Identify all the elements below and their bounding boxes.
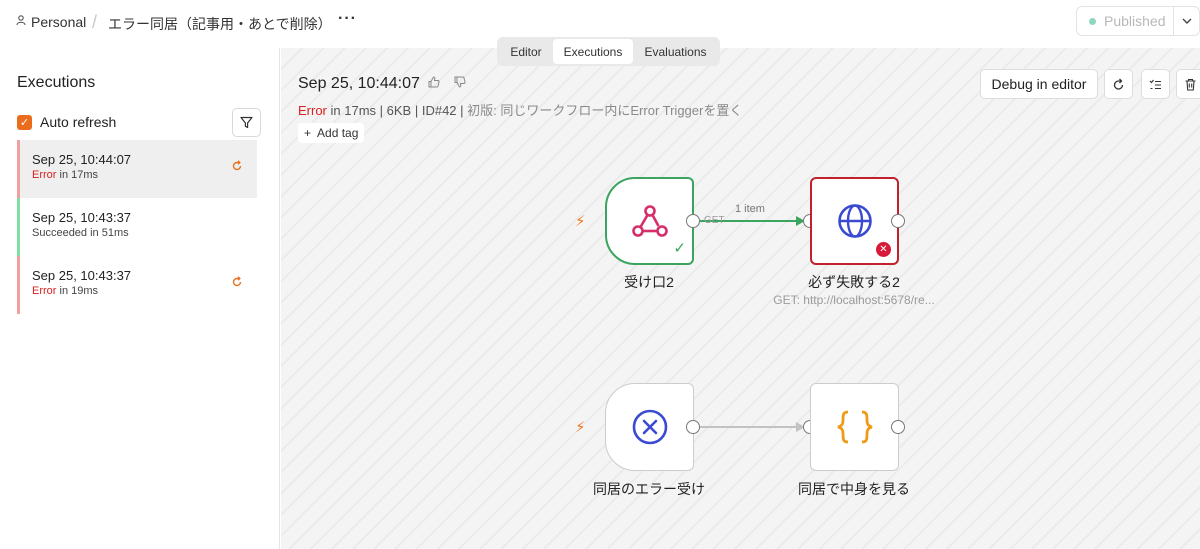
error-trigger-icon [632,409,667,445]
tab-executions[interactable]: Executions [553,39,633,64]
output-port[interactable] [686,214,700,228]
node-webhook-trigger[interactable]: ✓ [605,177,694,265]
error-x-icon: ✕ [876,242,891,257]
node-subtitle: GET: http://localhost:5678/re... [773,293,935,307]
trigger-bolt-icon: ⚡ [575,419,586,436]
globe-icon [837,204,872,238]
view-tabs: Editor Executions Evaluations [497,37,720,66]
trigger-bolt-icon: ⚡ [575,213,586,230]
tab-editor[interactable]: Editor [499,39,553,64]
node-http-request[interactable]: ✕ [810,177,899,265]
output-port[interactable] [891,214,905,228]
success-check-icon: ✓ [673,240,686,257]
tab-evaluations[interactable]: Evaluations [633,39,718,64]
node-label: 受け口2 [624,274,674,290]
node-label: 同居のエラー受け [593,481,705,497]
node-code[interactable] [810,383,899,471]
output-port[interactable] [891,420,905,434]
node-label: 同居で中身を見る [798,481,910,497]
output-port[interactable] [686,420,700,434]
code-braces-icon [837,410,872,444]
webhook-icon [631,205,668,237]
node-error-trigger[interactable] [605,383,694,471]
edge-items-label: 1 item [735,203,765,215]
edge-method-label: GET [704,215,725,226]
node-label: 必ず失敗する2 [808,274,900,290]
